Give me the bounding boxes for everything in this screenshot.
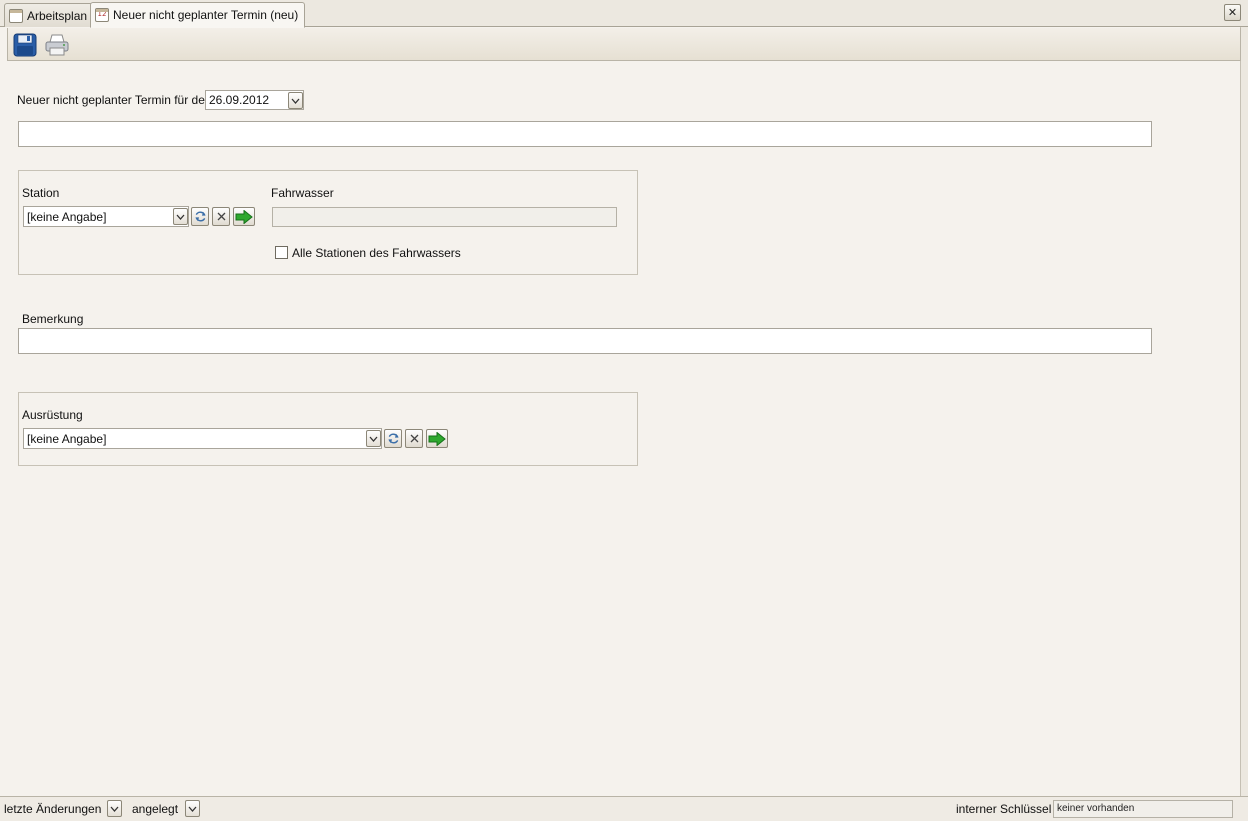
chevron-down-icon xyxy=(291,98,300,104)
bemerkung-label: Bemerkung xyxy=(22,312,84,326)
chevron-down-icon xyxy=(176,214,185,220)
bemerkung-field[interactable] xyxy=(18,328,1152,354)
save-disk-icon xyxy=(13,33,36,56)
ausruestung-value: [keine Angabe] xyxy=(27,431,107,446)
fahrwasser-label: Fahrwasser xyxy=(271,186,334,200)
fahrwasser-field xyxy=(272,207,617,227)
ausruestung-clear-button[interactable] xyxy=(405,429,423,448)
station-value: [keine Angabe] xyxy=(27,209,107,224)
last-changes-dropdown-button[interactable] xyxy=(107,800,122,817)
toolbar xyxy=(7,28,1241,61)
ausruestung-dropdown-button[interactable] xyxy=(366,430,381,447)
date-label: Neuer nicht geplanter Termin für den xyxy=(17,93,212,107)
station-dropdown-button[interactable] xyxy=(173,208,188,225)
printer-icon xyxy=(45,34,68,55)
all-stations-label: Alle Stationen des Fahrwassers xyxy=(292,246,461,260)
created-dropdown-button[interactable] xyxy=(185,800,200,817)
clear-icon xyxy=(410,434,418,443)
calendar-icon xyxy=(9,8,23,23)
window-right-edge xyxy=(1240,27,1248,796)
goto-arrow-icon xyxy=(428,431,446,446)
ausruestung-refresh-button[interactable] xyxy=(384,429,402,448)
tab-label: Neuer nicht geplanter Termin (neu) xyxy=(113,8,299,22)
station-label: Station xyxy=(22,186,60,200)
all-stations-checkbox[interactable] xyxy=(275,246,288,259)
created-label: angelegt xyxy=(132,802,179,816)
tab-neuer-termin[interactable]: 12 Neuer nicht geplanter Termin (neu) xyxy=(90,2,306,28)
close-tab-button[interactable]: ✕ xyxy=(1224,4,1241,21)
station-refresh-button[interactable] xyxy=(191,207,209,226)
chevron-down-icon xyxy=(188,806,197,812)
save-button[interactable] xyxy=(11,31,38,58)
goto-arrow-icon xyxy=(235,209,253,224)
calendar-12-icon: 12 xyxy=(95,8,109,22)
date-value: 26.09.2012 xyxy=(209,93,270,107)
tab-arbeitsplan[interactable]: Arbeitsplan xyxy=(4,3,95,27)
status-bar: letzte Änderungen angelegt interner Schl… xyxy=(0,796,1248,821)
station-clear-button[interactable] xyxy=(212,207,230,226)
title-field[interactable] xyxy=(18,121,1152,147)
refresh-icon xyxy=(387,433,399,444)
ausruestung-label: Ausrüstung xyxy=(22,408,83,422)
date-dropdown-button[interactable] xyxy=(288,92,303,109)
clear-icon xyxy=(217,212,225,221)
station-goto-button[interactable] xyxy=(233,207,255,226)
internal-key-field: keiner vorhanden xyxy=(1053,800,1233,818)
chevron-down-icon xyxy=(110,806,119,812)
print-button[interactable] xyxy=(43,31,70,58)
tab-label: Arbeitsplan xyxy=(27,8,88,23)
station-combobox[interactable]: [keine Angabe] xyxy=(23,206,189,227)
tab-strip: Arbeitsplan 12 Neuer nicht geplanter Ter… xyxy=(0,0,1248,28)
ausruestung-goto-button[interactable] xyxy=(426,429,448,448)
last-changes-label: letzte Änderungen xyxy=(4,802,102,816)
ausruestung-combobox[interactable]: [keine Angabe] xyxy=(23,428,382,449)
chevron-down-icon xyxy=(369,436,378,442)
internal-key-label: interner Schlüssel xyxy=(956,802,1052,816)
refresh-icon xyxy=(194,211,206,222)
